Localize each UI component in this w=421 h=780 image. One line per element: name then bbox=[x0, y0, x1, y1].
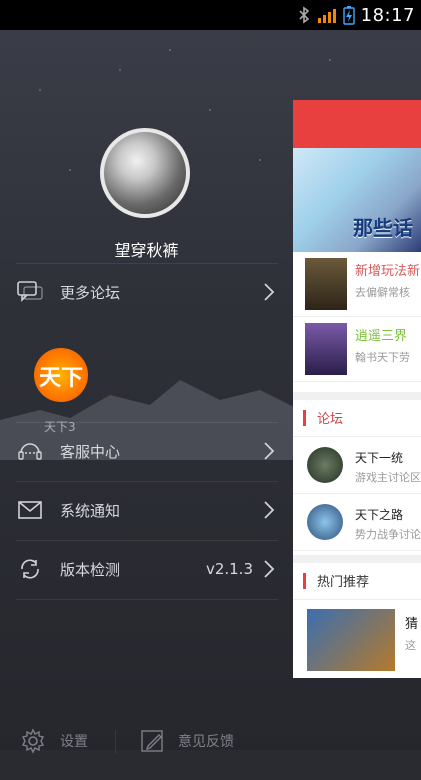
divider bbox=[16, 540, 278, 541]
section-header-forum: 论坛 bbox=[293, 400, 421, 437]
hot-title: 猜 bbox=[405, 617, 419, 632]
news-title: 逍遥三界 bbox=[355, 329, 408, 344]
news-title: 新增玩法新 bbox=[355, 264, 421, 279]
news-thumbnail bbox=[305, 323, 347, 375]
section-gap bbox=[293, 555, 421, 563]
news-item[interactable]: 新增玩法新 去偏僻常核 bbox=[293, 252, 421, 317]
divider bbox=[16, 599, 278, 600]
forum-subtitle: 游戏主讨论区 bbox=[355, 471, 421, 484]
section-accent-bar bbox=[303, 410, 306, 426]
version-value: v2.1.3 bbox=[205, 560, 253, 578]
hot-item[interactable]: 猜 这 bbox=[293, 605, 421, 675]
section-title: 热门推荐 bbox=[317, 575, 370, 590]
drawer-bottom-bar: 设置 意见反馈 bbox=[0, 720, 293, 780]
news-item[interactable]: 逍遥三界 翰书天下劳 bbox=[293, 317, 421, 382]
system-notice-row[interactable]: 系统通知 bbox=[0, 490, 293, 530]
news-subtitle: 去偏僻常核 bbox=[355, 286, 410, 299]
divider bbox=[16, 422, 278, 423]
battery-charging-icon bbox=[342, 5, 355, 25]
avatar[interactable] bbox=[100, 128, 190, 218]
section-gap bbox=[293, 392, 421, 400]
signal-icon bbox=[317, 6, 337, 24]
divider bbox=[115, 730, 116, 754]
main-content-peek[interactable]: 那些话 新增玩法新 去偏僻常核 逍遥三界 翰书天下劳 论坛 天下一统 游戏主讨论… bbox=[293, 100, 421, 678]
chevron-right-icon bbox=[263, 559, 275, 579]
feedback-button[interactable]: 意见反馈 bbox=[140, 726, 260, 756]
status-icons: 18:17 bbox=[297, 0, 415, 30]
bluetooth-icon bbox=[297, 6, 311, 24]
hot-thumbnail bbox=[307, 609, 395, 671]
forum-item[interactable]: 天下一统 游戏主讨论区 bbox=[293, 437, 421, 494]
forum-item[interactable]: 天下之路 势力战争讨论 bbox=[293, 494, 421, 551]
refresh-icon bbox=[16, 557, 44, 581]
gear-icon bbox=[20, 728, 46, 754]
customer-service-row[interactable]: 客服中心 bbox=[0, 431, 293, 471]
app-header bbox=[293, 100, 421, 148]
forum-title: 天下之路 bbox=[355, 508, 404, 522]
section-header-hot: 热门推荐 bbox=[293, 563, 421, 600]
forum-shortcut-tianxia3[interactable]: 天下 bbox=[34, 348, 88, 402]
divider bbox=[16, 481, 278, 482]
edit-icon bbox=[140, 728, 166, 754]
forum-subtitle: 势力战争讨论 bbox=[355, 528, 421, 541]
banner-text: 那些话 bbox=[353, 216, 413, 240]
section-accent-bar bbox=[303, 573, 306, 589]
section-title: 论坛 bbox=[317, 412, 344, 427]
customer-service-label: 客服中心 bbox=[60, 442, 121, 461]
forum-thumbnail bbox=[307, 447, 343, 483]
hot-subtitle: 这 bbox=[405, 639, 416, 652]
forum-thumbnail bbox=[307, 504, 343, 540]
chat-icon bbox=[16, 280, 44, 304]
settings-button[interactable]: 设置 bbox=[20, 726, 110, 756]
forum-shortcut-logo: 天下 bbox=[38, 366, 83, 391]
feedback-label: 意见反馈 bbox=[178, 734, 234, 750]
version-check-row[interactable]: 版本检测 v2.1.3 bbox=[0, 549, 293, 589]
more-forums-label: 更多论坛 bbox=[60, 283, 121, 302]
username: 望穿秋裤 bbox=[114, 241, 179, 260]
headset-icon bbox=[16, 439, 44, 463]
news-thumbnail bbox=[305, 258, 347, 310]
status-bar: 18:17 bbox=[0, 0, 421, 30]
settings-label: 设置 bbox=[60, 734, 88, 750]
more-forums-row[interactable]: 更多论坛 bbox=[0, 272, 293, 312]
news-subtitle: 翰书天下劳 bbox=[355, 351, 410, 364]
news-banner[interactable]: 那些话 bbox=[293, 148, 421, 252]
divider bbox=[16, 263, 278, 264]
status-time: 18:17 bbox=[360, 4, 415, 26]
chevron-right-icon bbox=[263, 441, 275, 461]
chevron-right-icon bbox=[263, 500, 275, 520]
version-check-label: 版本检测 bbox=[60, 560, 121, 579]
chevron-right-icon bbox=[263, 282, 275, 302]
forum-title: 天下一统 bbox=[355, 451, 404, 465]
system-notice-label: 系统通知 bbox=[60, 501, 121, 520]
mail-icon bbox=[16, 498, 44, 522]
